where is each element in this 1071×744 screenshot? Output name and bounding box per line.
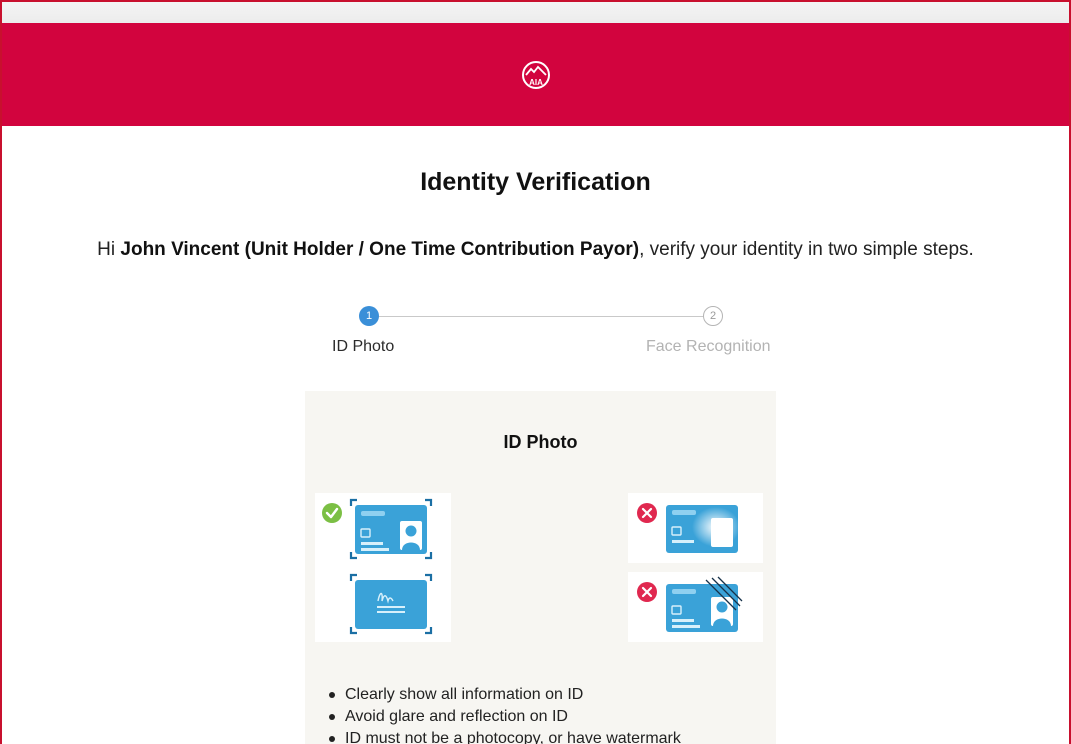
tip-item: Avoid glare and reflection on ID bbox=[327, 706, 681, 728]
browser-top-strip bbox=[2, 2, 1069, 23]
x-circle-icon bbox=[637, 582, 657, 602]
aia-logo-icon: AIA bbox=[521, 60, 550, 89]
svg-text:AIA: AIA bbox=[529, 78, 543, 87]
tip-item: Clearly show all information on ID bbox=[327, 684, 681, 706]
step-2-label: Face Recognition bbox=[646, 338, 771, 355]
tip-item: ID must not be a photocopy, or have wate… bbox=[327, 728, 681, 744]
intro-suffix: , verify your identity in two simple ste… bbox=[639, 239, 974, 260]
check-circle-icon bbox=[322, 503, 342, 523]
bad-example-glare-tile bbox=[628, 493, 763, 563]
id-photo-tips-list: Clearly show all information on ID Avoid… bbox=[327, 684, 681, 744]
id-photo-card: ID Photo Clearly show all information on… bbox=[305, 391, 776, 744]
page-title: Identity Verification bbox=[420, 168, 651, 196]
user-name: John Vincent (Unit Holder / One Time Con… bbox=[120, 239, 640, 260]
step-1-dot: 1 bbox=[359, 306, 379, 326]
step-1-label: ID Photo bbox=[332, 338, 395, 355]
id-card-front-icon bbox=[349, 498, 433, 560]
card-title: ID Photo bbox=[503, 432, 578, 452]
x-circle-icon bbox=[637, 503, 657, 523]
stepper-line bbox=[378, 316, 704, 317]
bad-example-watermark-tile bbox=[628, 572, 763, 642]
id-card-watermark-icon bbox=[666, 576, 743, 632]
intro-prefix: Hi bbox=[97, 239, 121, 260]
id-card-back-signature-icon bbox=[349, 573, 433, 635]
good-example-tile bbox=[315, 493, 451, 642]
step-2-dot: 2 bbox=[703, 306, 723, 326]
page-frame: AIA Identity Verification Hi John Vincen… bbox=[0, 0, 1071, 744]
intro-text: Hi John Vincent (Unit Holder / One Time … bbox=[2, 239, 1069, 261]
app-header: AIA bbox=[2, 23, 1069, 126]
id-card-glare-icon bbox=[666, 505, 740, 553]
